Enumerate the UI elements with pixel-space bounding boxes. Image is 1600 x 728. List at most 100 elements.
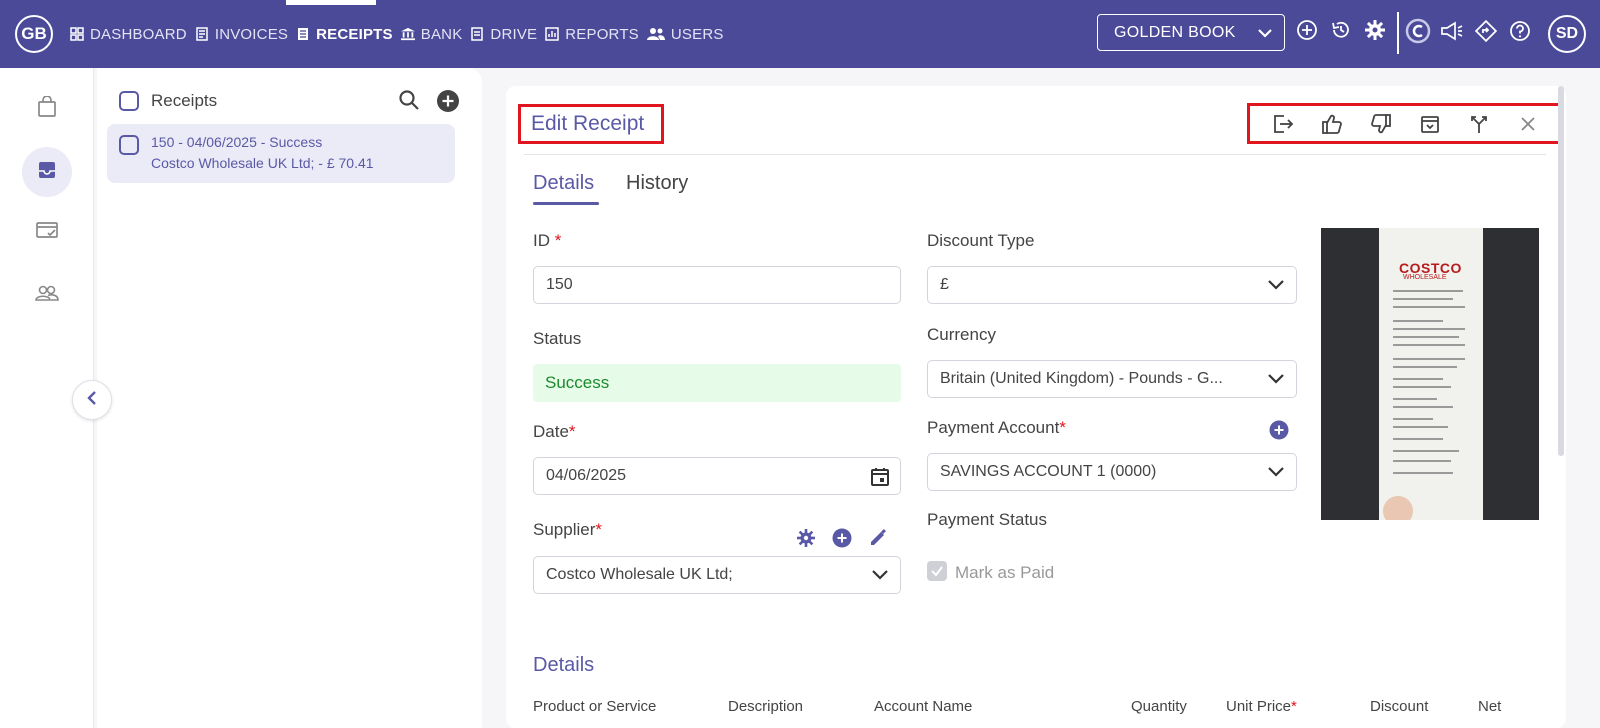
directions-icon[interactable]	[1473, 18, 1499, 44]
list-item-summary: 150 - 04/06/2025 - Success	[151, 134, 323, 150]
calendar-icon[interactable]	[870, 467, 890, 492]
tab-details[interactable]: Details	[533, 172, 594, 195]
column-header: Quantity	[1131, 698, 1187, 715]
collapse-panel-button[interactable]	[72, 380, 112, 420]
export-icon[interactable]	[1271, 112, 1295, 136]
discount-type-select[interactable]: £	[927, 266, 1297, 304]
list-item-checkbox[interactable]	[119, 135, 139, 155]
close-icon[interactable]	[1516, 112, 1540, 136]
tab-history[interactable]: History	[626, 172, 688, 195]
book-selector-value: GOLDEN BOOK	[1114, 23, 1236, 41]
nav-users[interactable]: USERS	[646, 0, 724, 68]
column-header: Product or Service	[533, 698, 657, 715]
list-item-detail: Costco Wholesale UK Ltd; - £ 70.41	[151, 155, 374, 171]
payment-account-select[interactable]: SAVINGS ACCOUNT 1 (0000)	[927, 453, 1297, 491]
currency-label: Currency	[927, 325, 996, 344]
megaphone-icon[interactable]	[1439, 18, 1465, 44]
search-icon[interactable]	[398, 89, 420, 116]
nav-bank[interactable]: BANK	[400, 0, 463, 68]
nav-receipts-label: RECEIPTS	[316, 25, 393, 43]
main-nav: DASHBOARD INVOICES RECEIPTS BANK DRIVE R…	[70, 0, 732, 68]
nav-receipts[interactable]: RECEIPTS	[296, 0, 393, 68]
receipt-image[interactable]: COSTCO WHOLESALE	[1321, 228, 1539, 520]
receipt-text-line	[1393, 358, 1465, 360]
nav-reports-label: REPORTS	[565, 25, 639, 43]
receipt-text-line	[1393, 328, 1465, 330]
rail-item-shopping[interactable]	[22, 84, 72, 134]
receipt-paper: COSTCO WHOLESALE	[1379, 228, 1483, 520]
add-supplier-icon[interactable]	[831, 527, 853, 549]
currency-value: Britain (United Kingdom) - Pounds - G...	[940, 370, 1223, 387]
receipt-text-line	[1393, 406, 1453, 408]
rail-item-card-check[interactable]	[22, 208, 72, 258]
date-value: 04/06/2025	[546, 467, 627, 484]
id-label: ID *	[533, 231, 562, 250]
discount-type-label: Discount Type	[927, 231, 1035, 250]
add-receipt-icon[interactable]	[436, 89, 460, 118]
supplier-label: Supplier*	[533, 520, 602, 539]
history-icon[interactable]	[1329, 18, 1353, 42]
receipt-text-line	[1393, 426, 1448, 428]
nav-invoices-label: INVOICES	[214, 25, 289, 43]
nav-bank-label: BANK	[420, 25, 463, 43]
select-all-checkbox[interactable]	[119, 91, 139, 111]
supplier-select[interactable]: Costco Wholesale UK Ltd;	[533, 556, 901, 594]
rail-item-people[interactable]	[22, 270, 72, 320]
list-item[interactable]: 150 - 04/06/2025 - Success Costco Wholes…	[107, 124, 455, 183]
top-bar: GB DASHBOARD INVOICES RECEIPTS BANK DRIV…	[0, 0, 1600, 68]
list-header: Receipts	[119, 86, 460, 116]
chevron-down-icon	[1266, 276, 1286, 299]
active-tab-indicator	[533, 202, 599, 205]
users-icon	[646, 27, 665, 41]
mark-as-paid-checkbox[interactable]	[927, 561, 947, 581]
scrollbar[interactable]	[1558, 86, 1564, 456]
payment-account-value: SAVINGS ACCOUNT 1 (0000)	[940, 463, 1157, 480]
thumbs-down-icon[interactable]	[1369, 112, 1393, 136]
edit-supplier-icon[interactable]	[867, 527, 889, 549]
archive-icon[interactable]	[1418, 112, 1442, 136]
chevron-left-icon	[85, 390, 99, 411]
payment-account-label: Payment Account*	[927, 418, 1066, 437]
receipt-text-line	[1393, 438, 1443, 440]
payment-status-label: Payment Status	[927, 510, 1048, 529]
receipt-text-line	[1393, 418, 1433, 420]
receipt-text-line	[1393, 320, 1443, 322]
date-field[interactable]: 04/06/2025	[533, 457, 901, 495]
receipt-text-line	[1393, 366, 1457, 368]
grid-icon	[70, 27, 84, 41]
currency-select[interactable]: Britain (United Kingdom) - Pounds - G...	[927, 360, 1297, 398]
nav-drive[interactable]: DRIVE	[470, 0, 537, 68]
supplier-settings-icon[interactable]	[795, 527, 817, 549]
nav-invoices[interactable]: INVOICES	[195, 0, 288, 68]
reports-icon	[545, 27, 559, 41]
user-avatar[interactable]: SD	[1548, 15, 1586, 53]
thumbs-up-icon[interactable]	[1320, 112, 1344, 136]
nav-dashboard[interactable]: DASHBOARD	[70, 0, 187, 68]
inbox-icon	[37, 160, 57, 185]
supplier-value: Costco Wholesale UK Ltd;	[546, 566, 733, 583]
chevron-down-icon	[1266, 463, 1286, 486]
finger	[1383, 496, 1413, 520]
bank-icon	[400, 27, 415, 41]
receipt-text-line	[1393, 378, 1443, 380]
rail-item-inbox[interactable]	[22, 147, 72, 197]
people-icon	[35, 284, 59, 307]
discount-type-value: £	[940, 276, 949, 293]
mark-as-paid-label: Mark as Paid	[955, 563, 1055, 582]
page-title: Edit Receipt	[518, 104, 664, 144]
id-field[interactable]: 150	[533, 266, 901, 304]
column-header: Unit Price*	[1226, 698, 1297, 715]
brand-c-icon[interactable]	[1405, 18, 1431, 44]
merge-icon[interactable]	[1467, 112, 1491, 136]
book-selector[interactable]: GOLDEN BOOK	[1097, 14, 1285, 51]
add-payment-account-icon[interactable]	[1268, 419, 1290, 441]
nav-reports[interactable]: REPORTS	[545, 0, 639, 68]
app-logo[interactable]: GB	[15, 15, 53, 53]
receipt-text-line	[1393, 398, 1437, 400]
header-divider-line	[524, 154, 1546, 155]
help-icon[interactable]	[1507, 18, 1533, 44]
add-circle-icon[interactable]	[1295, 18, 1319, 42]
details-section-title: Details	[533, 654, 595, 676]
column-header: Discount	[1370, 698, 1429, 715]
gear-icon[interactable]	[1363, 18, 1387, 42]
